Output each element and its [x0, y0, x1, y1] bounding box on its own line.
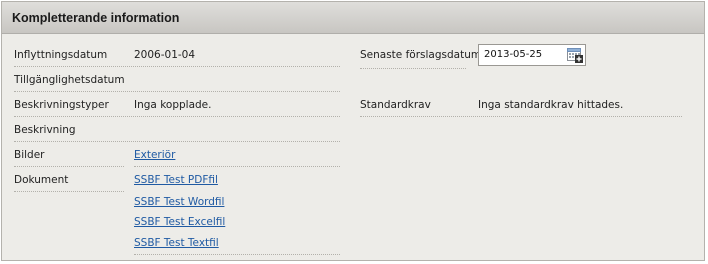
calendar-icon[interactable] [567, 47, 583, 63]
label-standard-requirements: Standardkrav [360, 99, 431, 111]
link-document-text[interactable]: SSBF Test Textfil [134, 237, 219, 249]
label-description: Beskrivning [14, 124, 76, 136]
link-document-word[interactable]: SSBF Test Wordfil [134, 196, 224, 208]
row-separator [360, 68, 466, 69]
label-description-types: Beskrivningstyper [14, 99, 109, 111]
row-separator [360, 116, 682, 117]
label-documents: Dokument [14, 174, 69, 186]
latest-proposal-date-value: 2013-05-25 [484, 49, 543, 60]
row-separator [14, 91, 340, 92]
value-move-in-date: 2006-01-04 [134, 49, 196, 61]
row-separator [134, 254, 340, 255]
row-separator [134, 166, 340, 167]
panel-header: Kompletterande information [2, 2, 704, 34]
row-separator [14, 166, 124, 167]
row-separator [14, 116, 340, 117]
label-move-in-date: Inflyttningsdatum [14, 49, 108, 61]
link-document-pdf[interactable]: SSBF Test PDFfil [134, 174, 218, 186]
latest-proposal-date-field[interactable]: 2013-05-25 [478, 44, 586, 66]
label-availability-date: Tillgänglighetsdatum [14, 74, 125, 86]
row-separator [14, 141, 340, 142]
value-standard-requirements: Inga standardkrav hittades. [478, 99, 624, 111]
label-images: Bilder [14, 149, 45, 161]
supplementary-info-panel: Kompletterande information Inflyttningsd… [1, 1, 705, 261]
row-separator [14, 191, 124, 192]
link-document-excel[interactable]: SSBF Test Excelfil [134, 216, 225, 228]
label-latest-proposal-date: Senaste förslagsdatum [360, 49, 482, 61]
row-separator [14, 66, 340, 67]
link-image-exterior[interactable]: Exteriör [134, 149, 175, 161]
panel-title: Kompletterande information [12, 11, 180, 25]
value-description-types: Inga kopplade. [134, 99, 212, 111]
